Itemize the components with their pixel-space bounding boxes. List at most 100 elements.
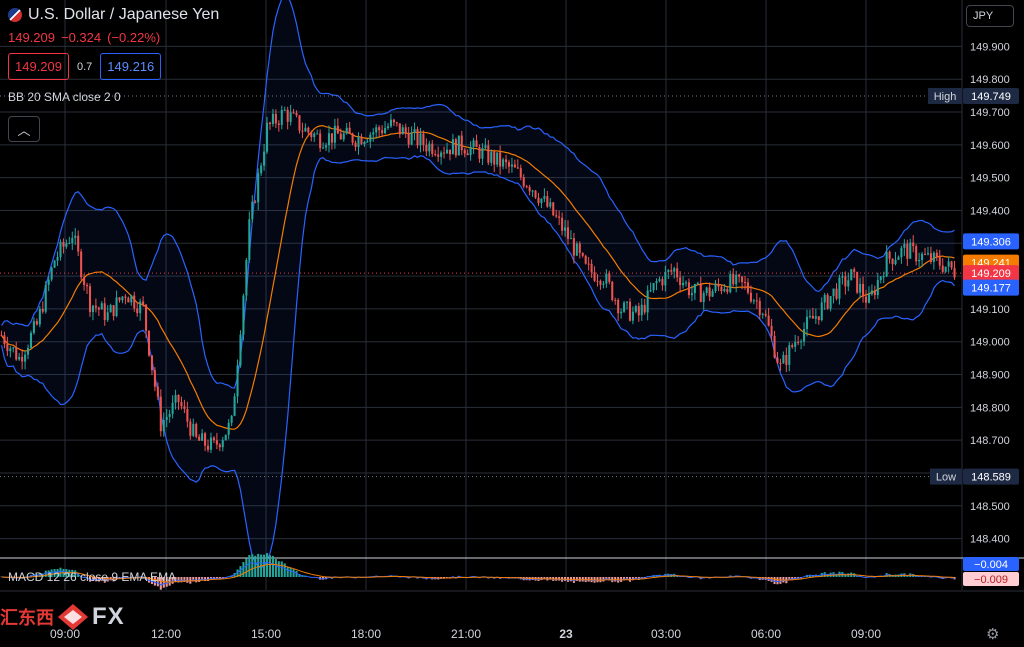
candle-body bbox=[236, 365, 239, 397]
candle-body bbox=[469, 146, 472, 156]
candle-body bbox=[171, 402, 174, 414]
candle-body bbox=[88, 286, 92, 313]
candle-body bbox=[375, 127, 378, 133]
candle-body bbox=[124, 296, 127, 298]
candle-body bbox=[525, 186, 528, 188]
candle-body bbox=[401, 127, 404, 135]
candle-body bbox=[481, 147, 484, 159]
candle-body bbox=[118, 297, 121, 301]
candle-body bbox=[528, 187, 531, 192]
usd-jpy-flag-icon bbox=[8, 8, 22, 22]
logo-chinese-text: 汇东西 bbox=[0, 608, 54, 628]
candle-body bbox=[56, 257, 59, 261]
buy-button[interactable]: 149.216 bbox=[100, 53, 162, 80]
candle-body bbox=[534, 190, 537, 198]
currency-button[interactable]: JPY bbox=[966, 5, 1014, 27]
macd-histogram-bar bbox=[286, 566, 289, 577]
candle-body bbox=[791, 345, 794, 347]
candle-body bbox=[437, 154, 440, 157]
candle-body bbox=[646, 290, 649, 313]
candle-body bbox=[841, 276, 844, 278]
candle-body bbox=[950, 261, 953, 268]
candle-body bbox=[77, 235, 80, 252]
candle-body bbox=[906, 243, 909, 259]
price-tick-label: 148.900 bbox=[970, 370, 1010, 382]
candle-body bbox=[587, 263, 590, 265]
candle-body bbox=[788, 345, 791, 365]
candle-body bbox=[133, 295, 136, 309]
candle-body bbox=[797, 342, 800, 344]
candle-body bbox=[873, 290, 876, 296]
candle-body bbox=[800, 341, 803, 343]
candle-body bbox=[38, 309, 41, 325]
candle-body bbox=[882, 276, 885, 278]
candle-body bbox=[894, 259, 897, 265]
price-axis[interactable]: 149.900 149.800 149.700 149.600 149.500 149.4… bbox=[963, 41, 1019, 546]
candle-body bbox=[94, 305, 97, 308]
candle-body bbox=[65, 243, 68, 247]
candle-body bbox=[513, 164, 516, 168]
sell-button[interactable]: 149.209 bbox=[8, 53, 69, 80]
candle-body bbox=[867, 294, 870, 303]
candle-body bbox=[820, 302, 823, 321]
price-tick-label: 149.400 bbox=[970, 205, 1010, 217]
candle-body bbox=[230, 415, 233, 423]
candle-body bbox=[687, 282, 691, 296]
candle-body bbox=[398, 123, 401, 135]
candle-body bbox=[599, 281, 602, 285]
candle-body bbox=[478, 147, 481, 159]
candle-body bbox=[921, 253, 924, 260]
collapse-legend-button[interactable]: ︿ bbox=[8, 116, 40, 142]
candle-body bbox=[342, 133, 345, 140]
candle-body bbox=[360, 136, 363, 145]
candle-body bbox=[711, 291, 714, 297]
candle-body bbox=[180, 401, 183, 407]
macd-histogram-bar bbox=[599, 577, 602, 583]
candle-body bbox=[195, 423, 198, 437]
candle-body bbox=[239, 334, 242, 366]
gear-icon[interactable]: ⚙ bbox=[986, 625, 999, 643]
candle-body bbox=[572, 238, 575, 256]
candle-body bbox=[746, 282, 750, 293]
macd-histogram-bar bbox=[245, 558, 248, 577]
candle-body bbox=[295, 113, 298, 116]
symbol-title[interactable]: U.S. Dollar / Japanese Yen bbox=[28, 6, 219, 24]
candle-body bbox=[86, 284, 89, 287]
candle-body bbox=[41, 309, 44, 312]
candle-body bbox=[100, 303, 103, 310]
candle-body bbox=[29, 332, 33, 348]
candle-body bbox=[431, 143, 434, 154]
candle-body bbox=[460, 135, 463, 151]
candle-body bbox=[286, 109, 289, 122]
macd-indicator-label[interactable]: MACD 12 26 close 9 EMA EMA bbox=[8, 570, 176, 584]
candle-body bbox=[310, 132, 313, 138]
candle-body bbox=[392, 119, 395, 123]
candle-body bbox=[204, 433, 207, 446]
candle-body bbox=[575, 243, 578, 256]
candle-body bbox=[248, 219, 251, 260]
candle-body bbox=[670, 270, 673, 272]
time-axis[interactable]: 09:00 12:00 15:00 18:00 21:00 23 03:00 06:00 09:… bbox=[50, 627, 881, 641]
last-price-tag: 149.209 bbox=[971, 268, 1011, 280]
bb-lower-tag: 149.177 bbox=[971, 283, 1011, 295]
candle-body bbox=[617, 299, 620, 314]
candle-body bbox=[201, 433, 204, 441]
macd-histogram-bar bbox=[248, 555, 251, 577]
candle-body bbox=[605, 273, 608, 284]
candle-body bbox=[313, 133, 316, 138]
candle-body bbox=[451, 139, 454, 155]
price-tick-label: 148.500 bbox=[970, 501, 1010, 513]
candle-body bbox=[502, 159, 505, 167]
candle-body bbox=[242, 295, 245, 335]
candle-body bbox=[779, 362, 782, 364]
candle-body bbox=[773, 335, 776, 358]
macd-value-tag: −0.004 bbox=[974, 559, 1008, 571]
candle-body bbox=[233, 396, 236, 416]
candle-body bbox=[325, 145, 328, 148]
candle-body bbox=[623, 302, 626, 312]
candle-body bbox=[504, 159, 508, 163]
low-price-tag: 148.589 bbox=[971, 472, 1011, 484]
macd-histogram-bar bbox=[776, 577, 779, 585]
indicator-label[interactable]: BB 20 SMA close 2 0 bbox=[8, 90, 219, 104]
candle-body bbox=[363, 142, 366, 145]
